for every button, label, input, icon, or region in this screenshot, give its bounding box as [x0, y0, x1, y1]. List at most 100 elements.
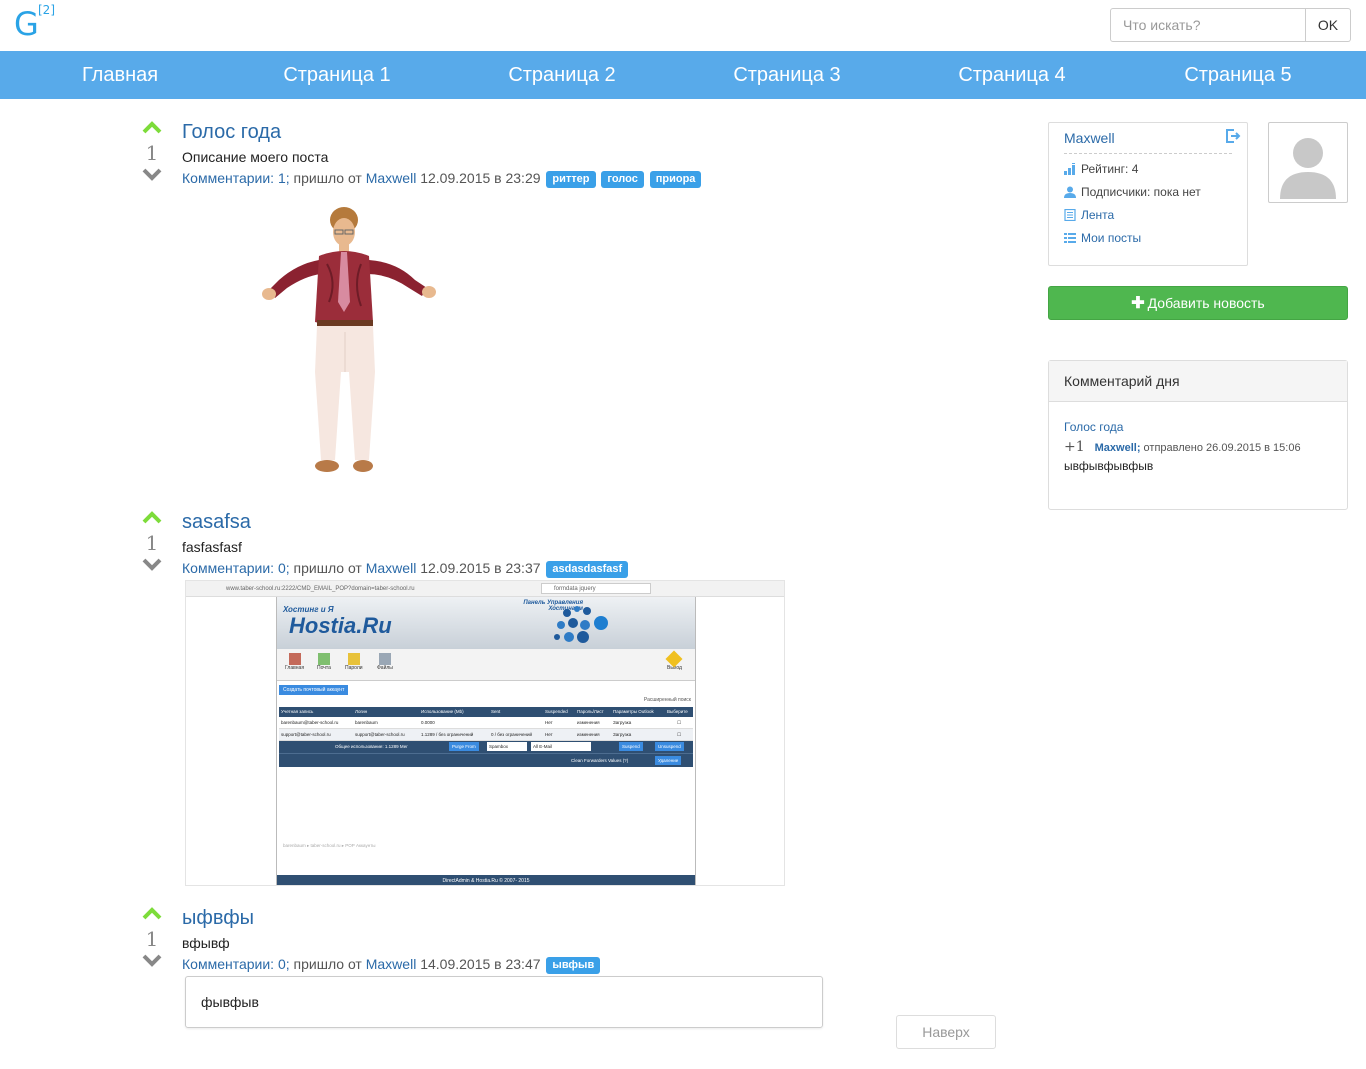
table-cell: изменения: [577, 720, 600, 725]
hosting-toolbar: Главная Почта Пароли Файлы Выход: [277, 649, 695, 681]
search-button[interactable]: OK: [1306, 8, 1351, 42]
post-comments-link[interactable]: Комментарии: 0;: [182, 956, 290, 972]
hosting-breadcrumbs: barenbaum ▸ taber-school.ru ▸ POP Аккаун…: [283, 843, 376, 848]
post-tag[interactable]: голос: [601, 171, 644, 188]
comment-of-day-score: +1: [1064, 439, 1085, 455]
downvote-arrow-icon[interactable]: [140, 166, 164, 182]
comment-of-day-body: Голос года +1 Maxwell; отправлено 26.09.2…: [1049, 402, 1347, 490]
nav-item-page-3[interactable]: Страница 3: [717, 51, 857, 99]
upvote-arrow-icon[interactable]: [140, 906, 164, 922]
comment-of-day-author[interactable]: Maxwell;: [1095, 442, 1141, 454]
nav-item-page-5[interactable]: Страница 5: [1168, 51, 1308, 99]
rating-icon: [1064, 163, 1075, 175]
post-description: Описание моего поста: [182, 149, 329, 165]
vote-widget: 1: [140, 510, 164, 572]
downvote-arrow-icon[interactable]: [140, 952, 164, 968]
table-cell: Загрузка: [613, 732, 632, 737]
main-navbar: Главная Страница 1 Страница 2 Страница 3…: [0, 51, 1366, 99]
add-news-label: Добавить новость: [1147, 295, 1265, 311]
post-meta: Комментарии: 0; пришло от Maxwell 14.09.…: [182, 954, 601, 974]
table-cell: Нет: [545, 732, 553, 737]
user-name-link[interactable]: Maxwell: [1064, 129, 1232, 154]
post-author-link[interactable]: Maxwell: [366, 560, 417, 576]
hosting-banner: Хостинг и Я Hostia.Ru Панель Управления …: [277, 597, 695, 649]
table-cell: barenbaum@taber-school.ru: [281, 720, 339, 725]
post-comments-link[interactable]: Комментарии: 0;: [182, 560, 290, 576]
user-subscribers: Подписчики: пока нет: [1064, 184, 1232, 200]
nav-item-page-1[interactable]: Страница 1: [267, 51, 407, 99]
post-author-link[interactable]: Maxwell: [366, 170, 417, 186]
post-title[interactable]: sasafsa: [182, 511, 251, 533]
vote-widget: 1: [140, 120, 164, 182]
downvote-arrow-icon[interactable]: [140, 556, 164, 572]
table-cell: Загрузка: [613, 720, 632, 725]
post-comments-link[interactable]: Комментарии: 1;: [182, 170, 290, 186]
table-row: barenbaum@taber-school.ru barenbaum 0.00…: [279, 717, 693, 729]
nav-item-page-2[interactable]: Страница 2: [492, 51, 632, 99]
post-author-link[interactable]: Maxwell: [366, 956, 417, 972]
accounts-table: Учетная запись Логин Использование (Mb) …: [279, 707, 693, 767]
user-subscribers-text: Подписчики: пока нет: [1081, 185, 1201, 199]
toolbar-exit: Выход: [665, 650, 683, 671]
scroll-to-top-button[interactable]: Наверх: [896, 1015, 996, 1049]
search-input[interactable]: [1110, 8, 1306, 42]
hosting-footer: DirectAdmin & Hostia.Ru © 2007- 2015: [277, 875, 695, 885]
post-description: вфывф: [182, 935, 230, 951]
user-my-posts: Мои посты: [1064, 230, 1232, 246]
post-body: ыфвфы вфывф Комментарии: 0; пришло от Ma…: [182, 906, 601, 974]
row-checkbox: ☐: [676, 732, 682, 737]
nav-item-page-4[interactable]: Страница 4: [942, 51, 1082, 99]
post-from-label: пришло от: [289, 560, 366, 576]
vote-count: 1: [145, 927, 159, 951]
user-feed: Лента: [1064, 207, 1232, 223]
comment-of-day-text: ывфывфывфыв: [1064, 459, 1154, 473]
extended-search: Расширенный поиск: [643, 697, 691, 703]
avatar[interactable]: [1268, 122, 1348, 203]
browser-url: www.taber-school.ru:2222/CMD_EMAIL_POP?d…: [226, 586, 415, 592]
table-header-cell: Выберите: [667, 709, 688, 714]
add-news-button[interactable]: ✚ Добавить новость: [1048, 286, 1348, 320]
table-row: support@taber-school.ru support@taber-sc…: [279, 729, 693, 741]
suspend-button: Suspend: [619, 742, 643, 751]
post-description: fasfasfasf: [182, 539, 242, 555]
post-tag[interactable]: asdasdasfasf: [546, 561, 629, 578]
toolbar-home: Главная: [285, 653, 304, 671]
unsuspend-button: Unsuspend: [655, 742, 684, 751]
user-feed-link[interactable]: Лента: [1081, 207, 1114, 223]
toolbar-mail-label: Почта: [317, 665, 331, 671]
row-checkbox: ☐: [676, 720, 682, 725]
post-meta: Комментарии: 1; пришло от Maxwell 12.09.…: [182, 168, 702, 188]
user-my-posts-link[interactable]: Мои посты: [1081, 230, 1141, 246]
table-cell: 0.0000: [421, 720, 435, 725]
post-date: 12.09.2015 в 23:29: [416, 170, 541, 186]
toolbar-files-label: Файлы: [377, 665, 393, 671]
user-panel: Maxwell Рейтинг: 4 Подписчики: пока нет …: [1048, 122, 1248, 266]
logo-superscript: [2]: [38, 3, 55, 17]
lock-icon: [347, 653, 360, 665]
table-cell: 1.1289 / без ограничений: [421, 732, 474, 737]
post-title[interactable]: ыфвфы: [182, 907, 254, 929]
table-header-cell: Параметры Outlook: [613, 709, 654, 714]
browser-url-bar: www.taber-school.ru:2222/CMD_EMAIL_POP?d…: [186, 581, 784, 597]
logout-icon[interactable]: [1225, 129, 1241, 143]
post-tag[interactable]: приора: [649, 171, 702, 188]
table-header-cell: Пароль/Лист: [577, 709, 604, 714]
user-rating: Рейтинг: 4: [1064, 161, 1232, 177]
mail-icon: [317, 653, 330, 665]
feed-icon: [1064, 209, 1076, 221]
post-meta: Комментарии: 0; пришло от Maxwell 12.09.…: [182, 558, 629, 578]
vote-count: 1: [145, 531, 159, 555]
upvote-arrow-icon[interactable]: [140, 510, 164, 526]
user-rating-text: Рейтинг: 4: [1081, 162, 1139, 176]
post-tag[interactable]: ывфыв: [546, 957, 601, 974]
comment-of-day-post-link[interactable]: Голос года: [1064, 420, 1123, 434]
upvote-arrow-icon[interactable]: [140, 120, 164, 136]
toolbar-mail: Почта: [317, 653, 331, 671]
post-title[interactable]: Голос года: [182, 121, 281, 143]
post-tag[interactable]: риттер: [546, 171, 596, 188]
site-logo[interactable]: G [2]: [14, 3, 55, 46]
table-cell: 0 / без ограничений: [491, 732, 533, 737]
table-cell: Нет: [545, 720, 553, 725]
table-cell: support@taber-school.ru: [355, 732, 405, 737]
nav-item-home[interactable]: Главная: [60, 51, 180, 99]
